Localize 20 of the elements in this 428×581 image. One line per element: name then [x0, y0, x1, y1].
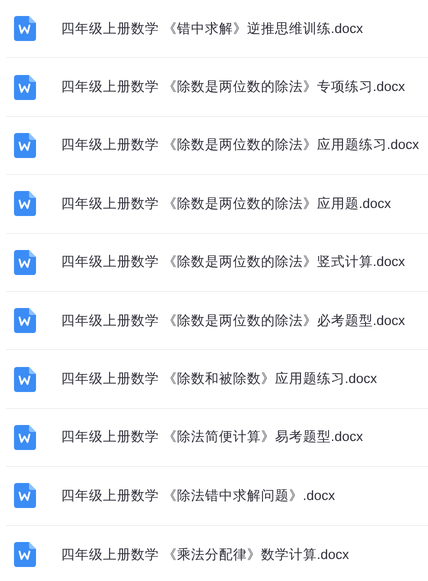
word-document-icon [14, 191, 36, 216]
word-document-icon [14, 424, 36, 450]
file-name[interactable]: 四年级上册数学 《除数是两位数的除法》竖式计算.docx [61, 253, 406, 272]
file-name[interactable]: 四年级上册数学 《除数是两位数的除法》专项练习.docx [61, 78, 406, 96]
file-name[interactable]: 四年级上册数学 《除数是两位数的除法》应用题.docx [61, 194, 392, 213]
word-document-icon [14, 542, 36, 568]
word-document-icon [14, 16, 36, 42]
word-document-icon [14, 132, 36, 158]
word-document-icon [14, 250, 36, 275]
word-document-icon [14, 308, 36, 334]
file-name[interactable]: 四年级上册数学 《除数是两位数的除法》必考题型.docx [61, 312, 406, 330]
word-document-icon [14, 366, 36, 392]
word-document-icon [14, 483, 36, 508]
file-name[interactable]: 四年级上册数学 《乘法分配律》数学计算.docx [61, 546, 350, 564]
file-name[interactable]: 四年级上册数学 《除数是两位数的除法》应用题练习.docx [61, 136, 420, 154]
word-document-icon [14, 74, 36, 100]
file-name[interactable]: 四年级上册数学 《除法简便计算》易考题型.docx [61, 428, 364, 446]
file-name[interactable]: 四年级上册数学 《错中求解》逆推思维训练.docx [61, 20, 364, 38]
file-name[interactable]: 四年级上册数学 《除法错中求解问题》.docx [61, 486, 336, 505]
file-name[interactable]: 四年级上册数学 《除数和被除数》应用题练习.docx [61, 370, 378, 388]
